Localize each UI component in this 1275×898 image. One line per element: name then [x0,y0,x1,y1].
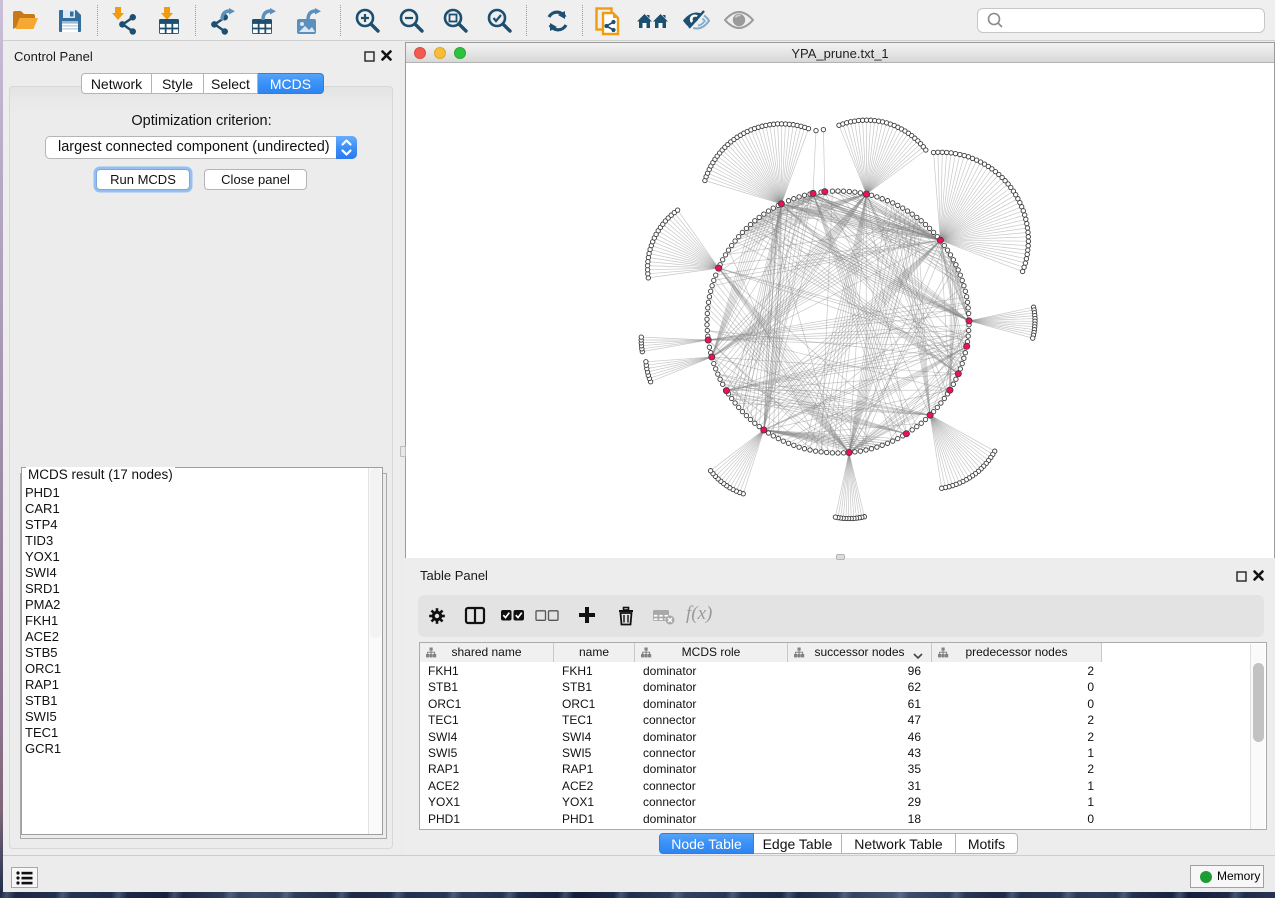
svg-text:f(x): f(x) [686,603,712,624]
